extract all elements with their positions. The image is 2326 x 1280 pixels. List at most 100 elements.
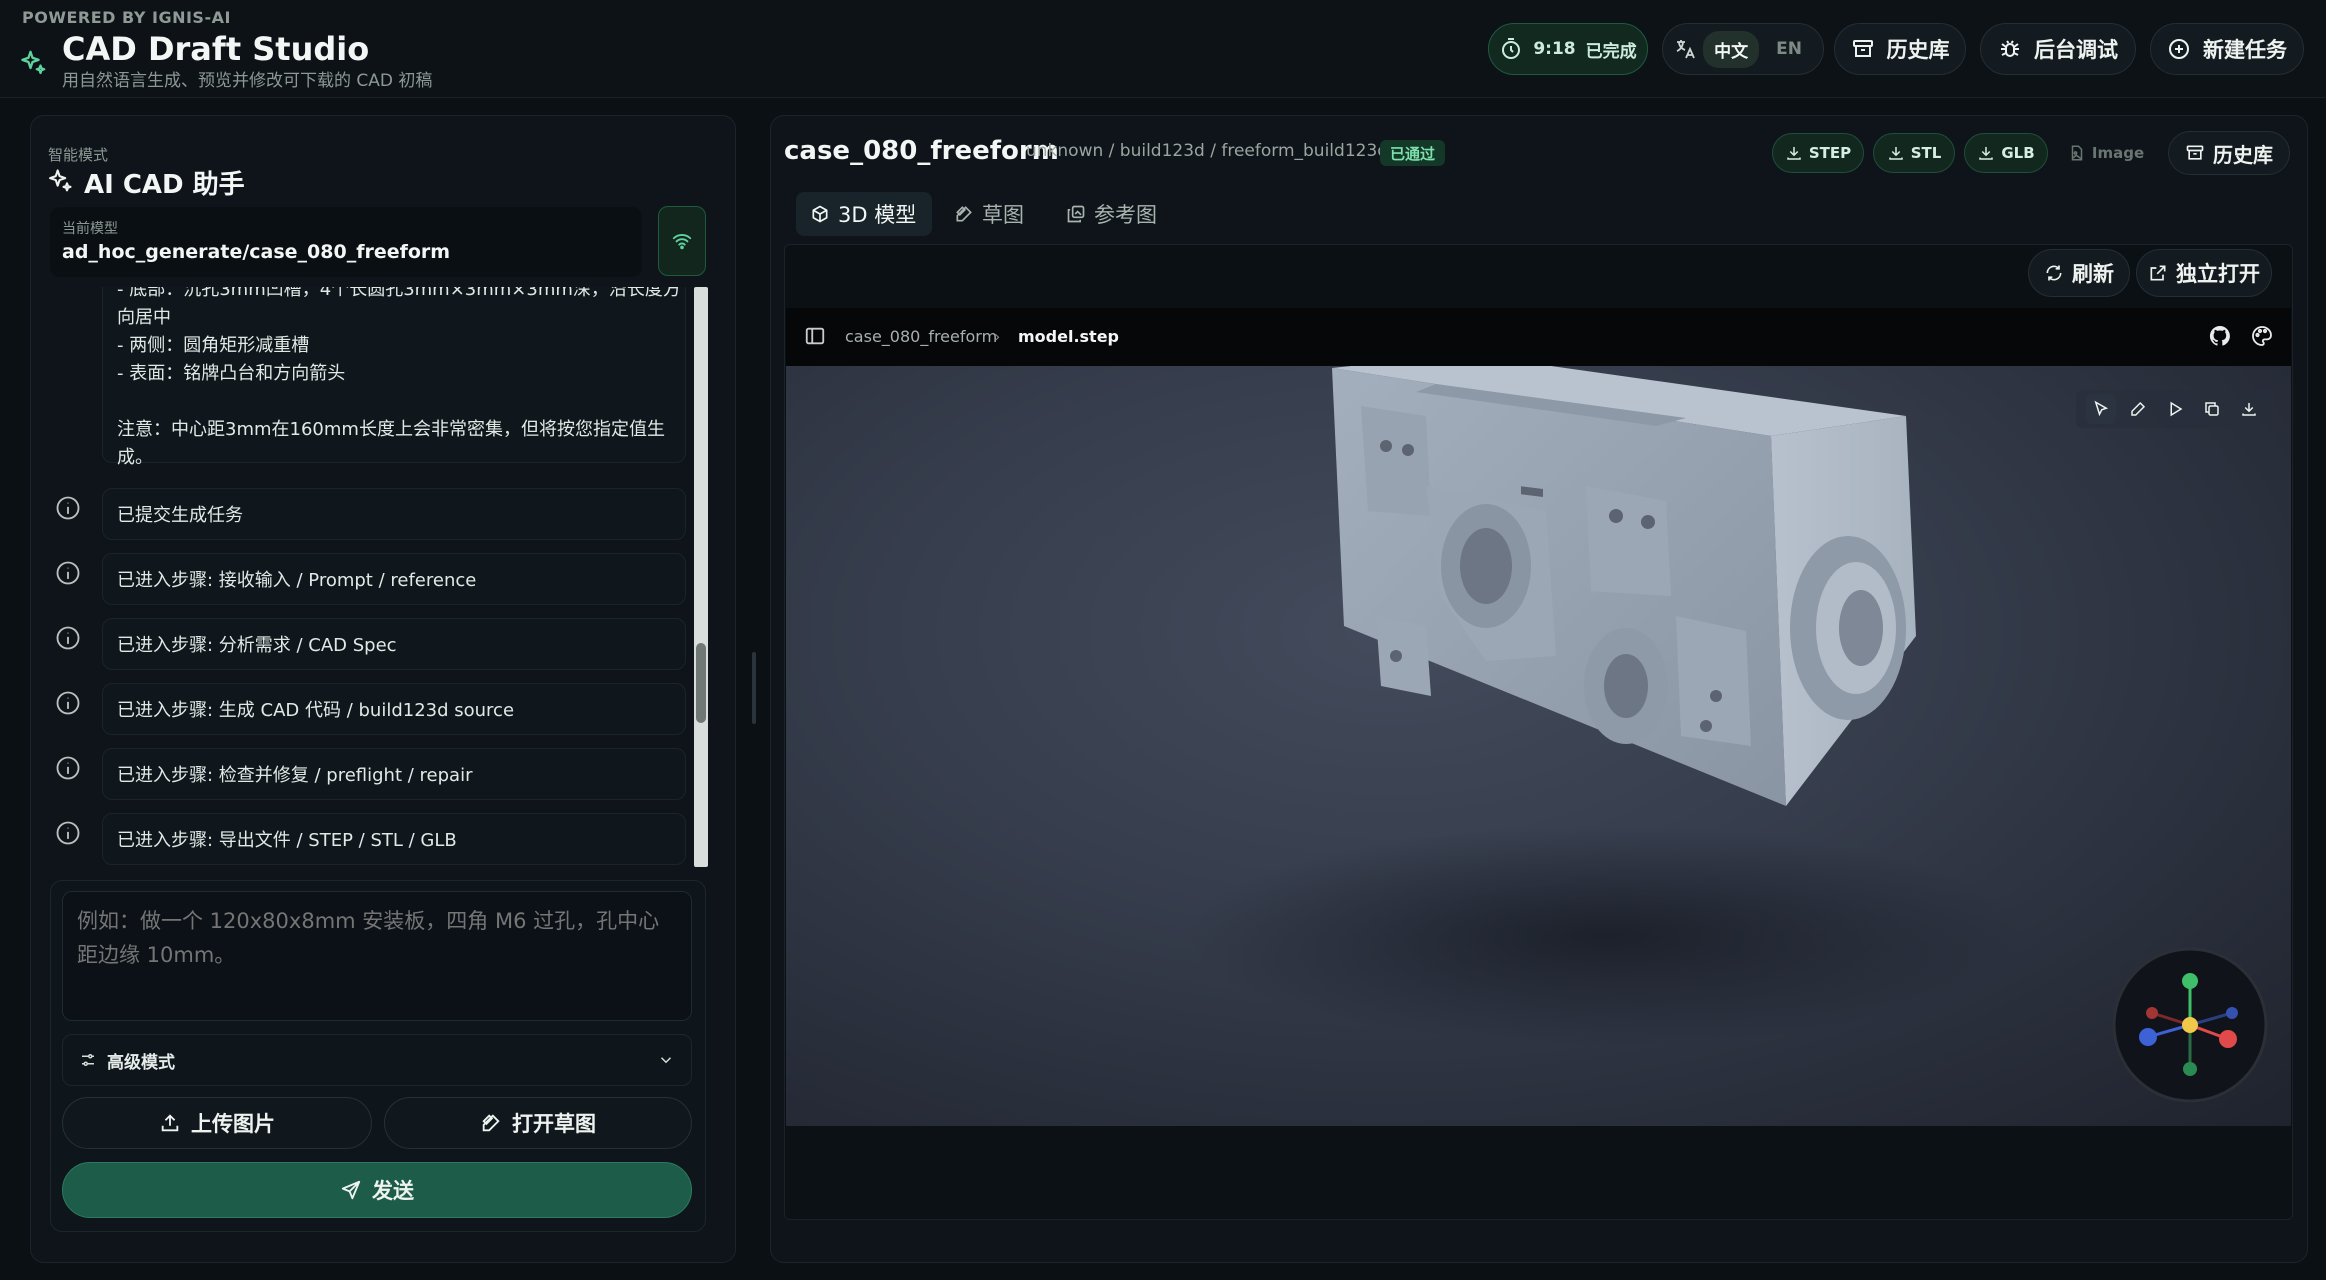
open-standalone-button[interactable]: 独立打开 (2136, 249, 2272, 297)
play-tool[interactable] (2160, 394, 2190, 424)
status-time: 9:18 (1533, 39, 1576, 59)
tab-3d-label: 3D 模型 (838, 203, 917, 227)
chat-scrollbar[interactable] (694, 287, 708, 867)
download-glb-button[interactable]: GLB (1964, 133, 2048, 173)
sketch-icon (482, 1114, 500, 1132)
connection-button[interactable] (658, 206, 706, 276)
tab-reference-label: 参考图 (1094, 203, 1157, 227)
copy-tool[interactable] (2197, 394, 2227, 424)
chevron-right-icon: › (994, 327, 1001, 346)
image-stack-icon (1067, 205, 1085, 223)
upload-image-button[interactable]: 上传图片 (62, 1097, 372, 1149)
assistant-title: AI CAD 助手 (84, 170, 245, 200)
lang-option-en[interactable]: EN (1765, 33, 1813, 65)
info-icon (56, 626, 80, 650)
send-label: 发送 (372, 1179, 414, 1203)
history-button[interactable]: 历史库 (1834, 23, 1966, 75)
download-step-button[interactable]: STEP (1772, 133, 1864, 173)
info-icon (56, 821, 80, 845)
3d-viewport[interactable] (786, 366, 2291, 1126)
download-image-button[interactable]: Image (2060, 133, 2152, 173)
tab-sketch[interactable]: 草图 (940, 192, 1060, 236)
download-icon (1888, 147, 1903, 160)
history-label: 历史库 (2213, 142, 2273, 167)
upload-icon (161, 1114, 179, 1132)
download-stl-label: STL (1910, 144, 1942, 162)
advanced-mode-toggle[interactable]: 高级模式 (62, 1034, 692, 1086)
breadcrumb-folder[interactable]: case_080_freeform (845, 327, 997, 346)
plus-circle-icon (2169, 39, 2189, 59)
history-button[interactable]: 历史库 (2168, 131, 2290, 175)
history-label: 历史库 (1886, 38, 1950, 62)
current-model-value: ad_hoc_generate/case_080_freeform (62, 241, 451, 263)
sketch-icon (956, 206, 972, 222)
download-image-label: Image (2091, 144, 2145, 162)
refresh-label: 刷新 (2072, 262, 2114, 286)
message-line: - 表面：铭牌凸台和方向箭头 (117, 363, 346, 384)
translate-icon (1676, 40, 1695, 59)
tab-3d-model[interactable]: 3D 模型 (796, 192, 932, 236)
message-line: - 两侧：圆角矩形减重槽 (117, 335, 310, 356)
download-icon (1787, 147, 1801, 160)
step-item: 已进入步骤: 生成 CAD 代码 / build123d source (102, 683, 686, 735)
scrollbar-thumb[interactable] (696, 643, 706, 723)
case-path: unknown / build123d / freeform_build123d (1026, 141, 1389, 161)
sidebar-toggle-icon[interactable] (804, 325, 826, 347)
app-title: CAD Draft Studio (62, 30, 370, 68)
task-status-badge: 9:18 已完成 (1488, 23, 1648, 75)
open-sketch-label: 打开草图 (512, 1112, 596, 1136)
cube-icon (812, 205, 828, 223)
refresh-button[interactable]: 刷新 (2028, 249, 2130, 297)
viewer-toolbar (2076, 390, 2274, 428)
prompt-input[interactable] (62, 891, 692, 1021)
message-line: - 底部：沉孔3mm凹槽，4个长圆孔3mm×3mm×3mm深，沿长度方 (117, 287, 681, 300)
debug-label: 后台调试 (2034, 38, 2118, 62)
download-stl-button[interactable]: STL (1873, 133, 1955, 173)
info-icon (56, 691, 80, 715)
annotate-tool[interactable] (2123, 394, 2153, 424)
info-icon (56, 561, 80, 585)
download-icon (1979, 147, 1994, 160)
app-subtitle: 用自然语言生成、预览并修改可下载的 CAD 初稿 (62, 71, 433, 91)
open-sketch-button[interactable]: 打开草图 (384, 1097, 692, 1149)
copy-icon (2205, 402, 2219, 416)
archive-icon (2186, 145, 2204, 160)
status-text: 已完成 (1585, 41, 1637, 62)
play-icon (2170, 401, 2183, 417)
step-item: 已进入步骤: 分析需求 / CAD Spec (102, 618, 686, 670)
new-task-button[interactable]: 新建任务 (2150, 23, 2304, 75)
download-tool[interactable] (2234, 394, 2264, 424)
message-line: 注意：中心距3mm在160mm长度上会非常密集，但将按您指定值生 (117, 419, 665, 440)
sliders-icon (82, 1054, 94, 1066)
case-title: case_080_freeform (784, 136, 1059, 166)
download-step-label: STEP (1808, 144, 1852, 162)
image-file-icon (2071, 145, 2083, 161)
refresh-icon (2046, 265, 2062, 281)
open-standalone-label: 独立打开 (2176, 262, 2260, 286)
assistant-message: - 底部：沉孔3mm凹槽，4个长圆孔3mm×3mm×3mm深，沿长度方 向居中 … (102, 287, 686, 468)
timer-icon (1502, 38, 1521, 59)
message-line: 向居中 (117, 307, 171, 328)
step-item: 已进入步骤: 检查并修复 / preflight / repair (102, 748, 686, 800)
send-button[interactable]: 发送 (62, 1162, 692, 1218)
info-icon (56, 496, 80, 520)
message-line (117, 388, 671, 416)
sparkle-icon (49, 169, 72, 192)
viewport-footer (786, 1126, 2291, 1218)
wifi-icon (672, 234, 692, 250)
tab-sketch-label: 草图 (982, 203, 1024, 227)
axis-gizmo-icon[interactable] (2110, 945, 2270, 1105)
tab-reference[interactable]: 参考图 (1052, 192, 1202, 236)
palette-icon[interactable] (2250, 324, 2274, 348)
github-icon[interactable] (2208, 324, 2232, 348)
select-tool[interactable] (2085, 394, 2116, 424)
current-model-label: 当前模型 (62, 221, 118, 237)
cad-viewer-toolbar (786, 308, 2291, 366)
debug-button[interactable]: 后台调试 (1980, 23, 2136, 75)
new-task-label: 新建任务 (2203, 38, 2287, 62)
message-line: 成。 (117, 447, 153, 468)
download-glb-label: GLB (2001, 144, 2035, 162)
archive-icon (1852, 40, 1873, 57)
lang-option-zh[interactable]: 中文 (1703, 30, 1760, 68)
panel-resize-handle[interactable] (752, 652, 756, 724)
